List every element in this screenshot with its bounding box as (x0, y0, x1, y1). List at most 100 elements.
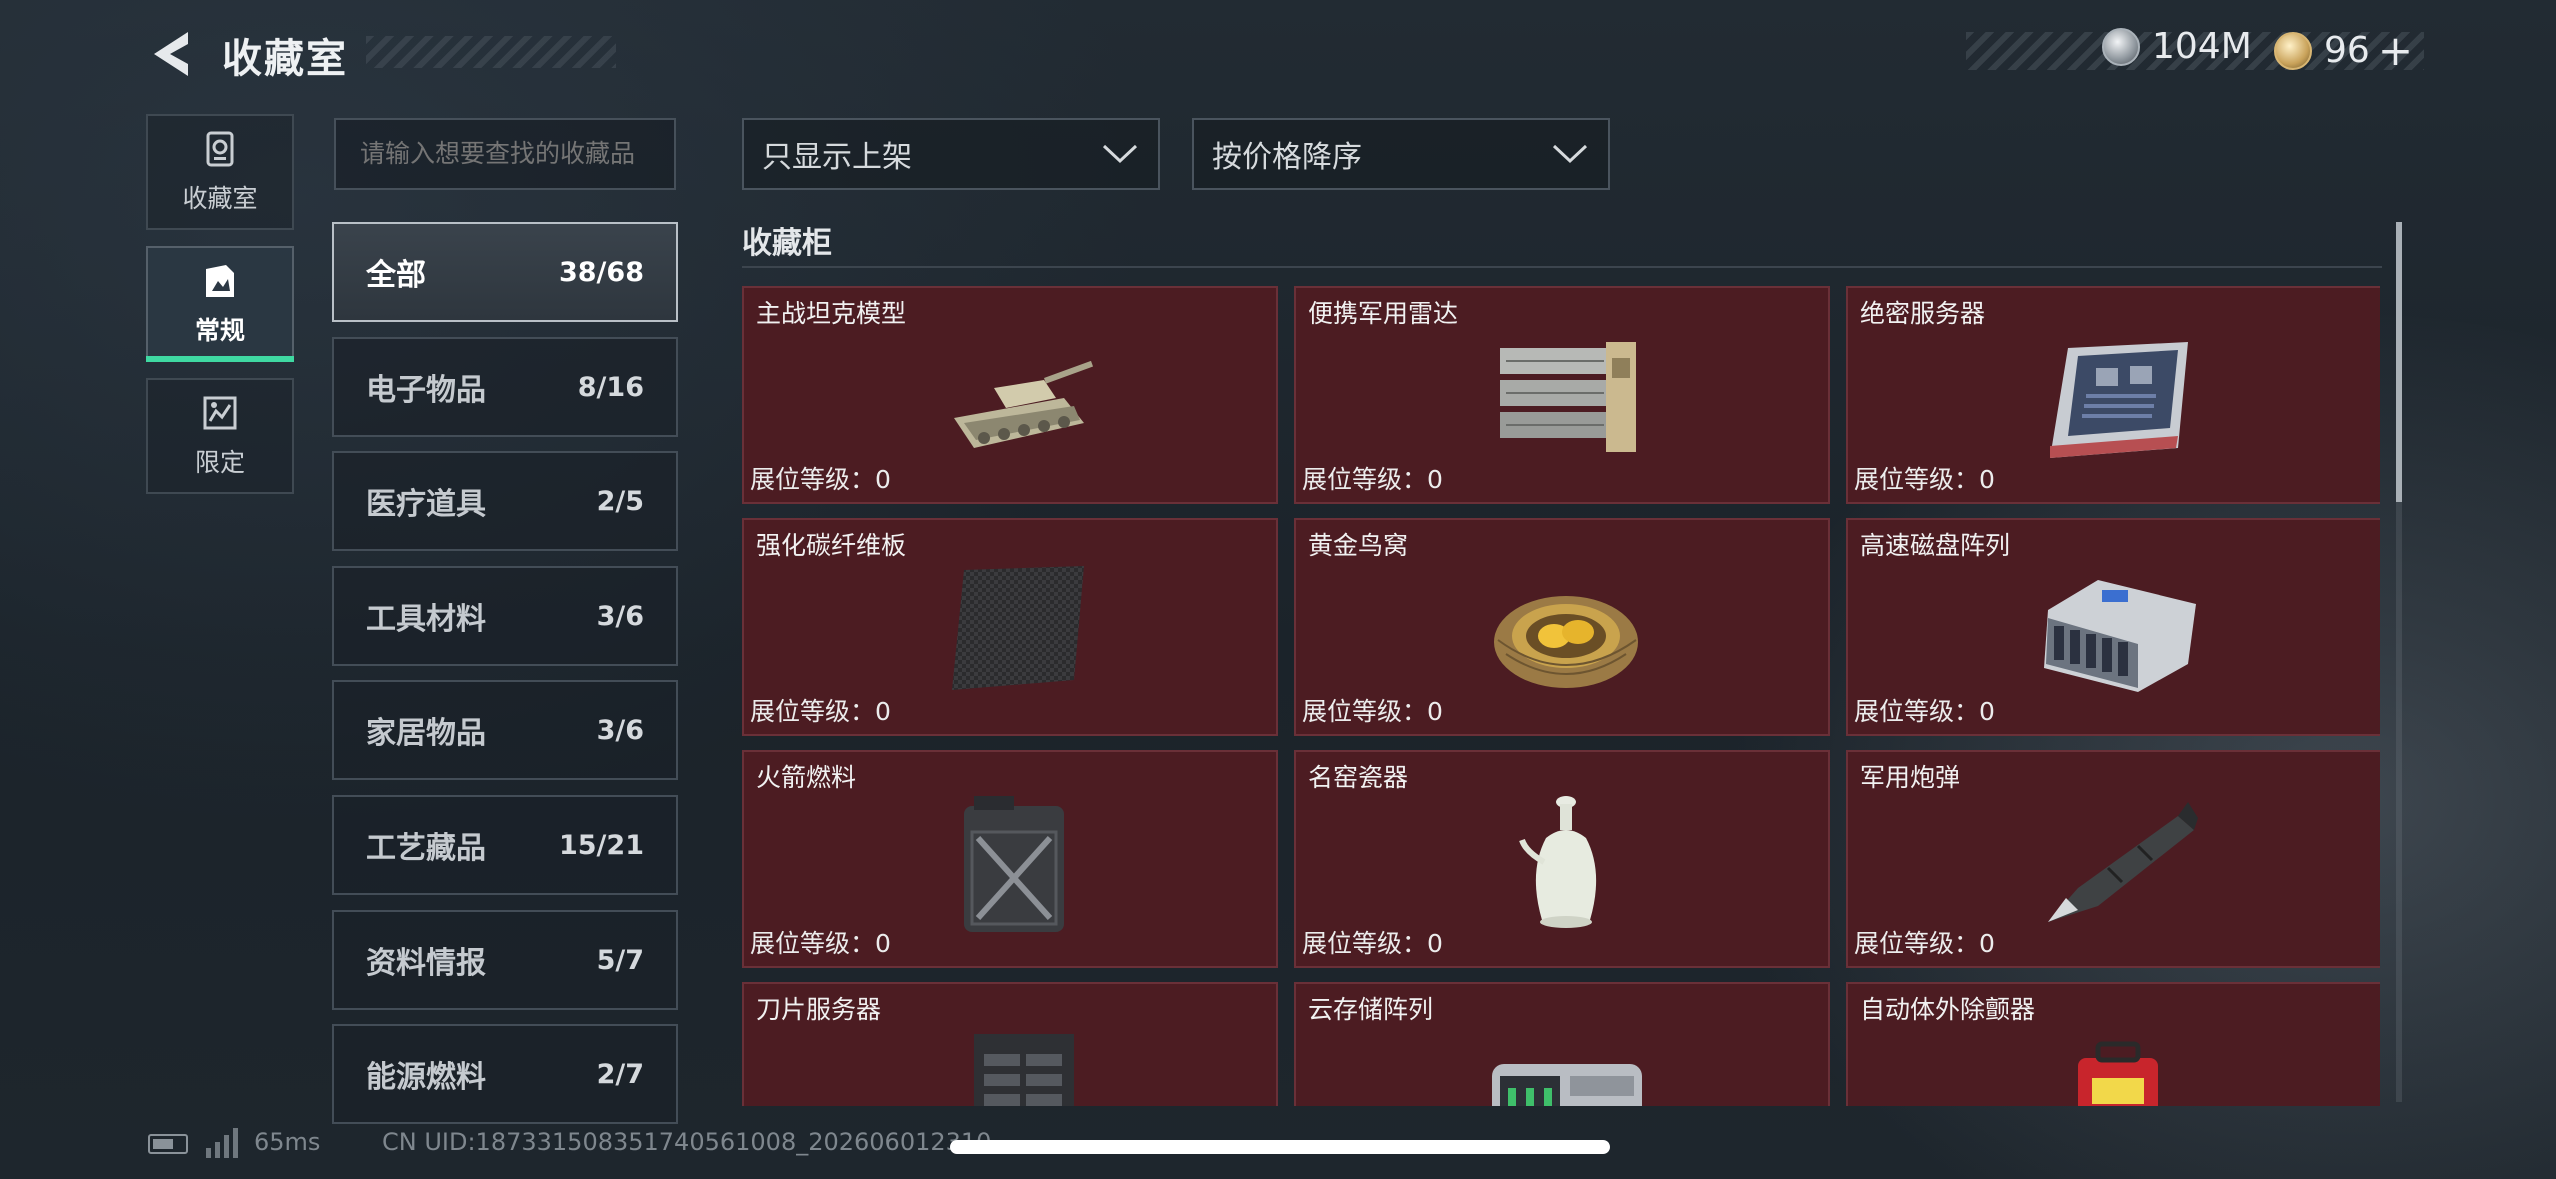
carbon-plate-icon (952, 566, 1084, 690)
blade-server-icon (974, 1034, 1074, 1106)
category-count: 8/16 (577, 371, 644, 403)
category-count: 38/68 (558, 256, 644, 288)
porcelain-vase-icon (1519, 796, 1597, 928)
category-count: 15/21 (558, 829, 644, 861)
collection-card[interactable]: 火箭燃料 展位等级：0 (742, 750, 1278, 968)
chevron-down-icon (1552, 144, 1588, 164)
collection-room-screen: 收藏室 104M 96 + 收藏室 常规 限定 请输入想要查找的收藏品 全部 3… (0, 0, 2556, 1179)
fuel-can-icon (964, 796, 1064, 932)
cloud-storage-icon (1492, 1064, 1642, 1106)
category-all[interactable]: 全部 38/68 (332, 222, 678, 322)
card-level: 展位等级：0 (750, 465, 891, 494)
category-label: 医疗道具 (366, 487, 486, 522)
add-currency-button[interactable]: + (2378, 26, 2413, 75)
card-name: 主战坦克模型 (756, 299, 907, 328)
category-label: 资料情报 (366, 946, 486, 981)
collection-card[interactable]: 云存储阵列 (1294, 982, 1830, 1106)
category-count: 5/7 (596, 944, 644, 976)
card-level: 展位等级：0 (1302, 465, 1443, 494)
page-title: 收藏室 (222, 36, 348, 82)
card-level: 展位等级：0 (1854, 465, 1995, 494)
category-medical[interactable]: 医疗道具 2/5 (332, 451, 678, 551)
collection-card[interactable]: 便携军用雷达 展位等级：0 (1294, 286, 1830, 504)
category-count: 2/7 (596, 1058, 644, 1090)
card-name: 军用炮弹 (1860, 763, 1961, 792)
divider (742, 266, 2382, 268)
tank-model-icon (954, 360, 1094, 448)
card-name: 自动体外除颤器 (1860, 995, 2036, 1024)
card-name: 云存储阵列 (1308, 995, 1434, 1024)
currency-gold-amount: 96 (2324, 30, 2370, 71)
sidebar-item-label: 限定 (194, 448, 245, 477)
collection-card[interactable]: 强化碳纤维板 展位等级：0 (742, 518, 1278, 736)
card-level: 展位等级：0 (1302, 929, 1443, 958)
back-arrow-icon[interactable] (148, 28, 194, 80)
card-name: 高速磁盘阵列 (1860, 531, 2011, 560)
card-level: 展位等级：0 (1854, 929, 1995, 958)
ping-text: 65ms (254, 1128, 321, 1156)
collection-card[interactable]: 军用炮弹 展位等级：0 (1846, 750, 2380, 968)
collection-room-icon (206, 131, 234, 167)
card-name: 强化碳纤维板 (756, 531, 907, 560)
category-count: 2/5 (596, 485, 644, 517)
category-count: 3/6 (596, 600, 644, 632)
category-intel[interactable]: 资料情报 5/7 (332, 910, 678, 1010)
cabinet-title: 收藏柜 (742, 226, 832, 261)
card-level: 展位等级：0 (1854, 697, 1995, 726)
currency-gold: 96 + (2274, 26, 2413, 75)
collection-card[interactable]: 绝密服务器 展位等级：0 (1846, 286, 2380, 504)
defibrillator-icon (2078, 1041, 2158, 1106)
limited-icon (203, 396, 237, 430)
golden-nest-icon (1494, 596, 1638, 688)
card-level: 展位等级：0 (1302, 697, 1443, 726)
sidebar-item-limited[interactable]: 限定 (146, 378, 294, 494)
collection-card[interactable]: 黄金鸟窝 展位等级：0 (1294, 518, 1830, 736)
sort-order-dropdown[interactable]: 按价格降序 (1192, 118, 1610, 190)
disk-array-icon (2044, 580, 2196, 692)
search-input[interactable] (334, 118, 676, 190)
category-crafts[interactable]: 工艺藏品 15/21 (332, 795, 678, 895)
uid-text: CN UID:1873315083517405610​08_2026060123… (382, 1128, 992, 1156)
collection-card[interactable]: 名窑瓷器 展位等级：0 (1294, 750, 1830, 968)
category-label: 全部 (366, 258, 426, 293)
collection-grid: 主战坦克模型 展位等级：0 便携军用雷达 展位等级：0 绝密服务器 展位等级：0… (740, 280, 2380, 1106)
category-label: 家居物品 (366, 716, 486, 751)
server-icon (2050, 342, 2188, 458)
regular-icon (206, 265, 234, 297)
card-level: 展位等级：0 (750, 929, 891, 958)
collection-card[interactable]: 刀片服务器 (742, 982, 1278, 1106)
currency-silver: 104M (2102, 26, 2252, 67)
sidebar-item-collection-room[interactable]: 收藏室 (146, 114, 294, 230)
card-name: 火箭燃料 (756, 763, 857, 792)
category-energy[interactable]: 能源燃料 2/7 (332, 1024, 678, 1124)
scrollbar-thumb[interactable] (2396, 222, 2402, 502)
sidebar-item-regular[interactable]: 常规 (146, 246, 294, 362)
sort-order-value: 按价格降序 (1212, 140, 1362, 175)
category-label: 工艺藏品 (366, 831, 486, 866)
collection-card[interactable]: 自动体外除颤器 (1846, 982, 2380, 1106)
currency-silver-amount: 104M (2152, 26, 2252, 67)
artillery-shell-icon (2048, 802, 2198, 922)
shelf-filter-dropdown[interactable]: 只显示上架 (742, 118, 1160, 190)
card-name: 名窑瓷器 (1308, 763, 1409, 792)
collection-card[interactable]: 主战坦克模型 展位等级：0 (742, 286, 1278, 504)
collection-card[interactable]: 高速磁盘阵列 展位等级：0 (1846, 518, 2380, 736)
category-tools[interactable]: 工具材料 3/6 (332, 566, 678, 666)
title-decoration (366, 36, 616, 68)
category-label: 能源燃料 (366, 1060, 486, 1095)
battery-icon (148, 1134, 188, 1154)
chevron-down-icon (1102, 144, 1138, 164)
sidebar-item-label: 常规 (194, 316, 245, 345)
card-name: 刀片服务器 (756, 995, 882, 1024)
home-indicator[interactable] (950, 1140, 1610, 1154)
card-name: 黄金鸟窝 (1308, 531, 1409, 560)
signal-icon (206, 1128, 238, 1158)
card-name: 便携军用雷达 (1308, 299, 1459, 328)
radar-icon (1500, 342, 1636, 452)
category-household[interactable]: 家居物品 3/6 (332, 680, 678, 780)
category-count: 3/6 (596, 714, 644, 746)
sidebar-item-label: 收藏室 (182, 184, 258, 213)
shelf-filter-value: 只显示上架 (762, 140, 912, 175)
card-name: 绝密服务器 (1860, 299, 1986, 328)
category-electronics[interactable]: 电子物品 8/16 (332, 337, 678, 437)
